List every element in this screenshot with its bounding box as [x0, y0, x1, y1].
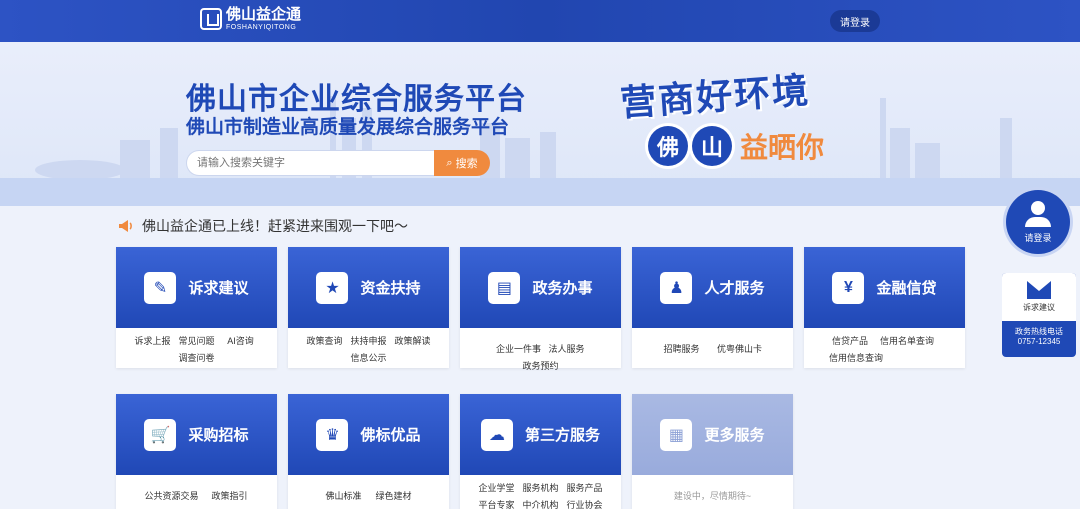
card-link[interactable]: 企业一件事	[493, 342, 545, 355]
user-icon	[1031, 200, 1045, 215]
search-icon: ⌕	[446, 156, 453, 169]
card-jinrong[interactable]: ¥ 金融信贷 信贷产品 信用名单查询 信用信息查询	[804, 247, 965, 368]
card-link[interactable]: 信用名单查询	[872, 334, 942, 347]
card-link[interactable]: 扶持申报	[347, 334, 391, 347]
card-title: 采购招标	[188, 427, 249, 444]
slogan-circle-2: 山	[692, 126, 732, 166]
card-suqiu[interactable]: ✎ 诉求建议 诉求上报 常见问题 AI咨询 调查问卷	[116, 247, 277, 368]
card-link[interactable]: 政策解读	[391, 334, 435, 347]
card-link[interactable]: 信贷产品	[828, 334, 872, 347]
brand-logo[interactable]: 佛山益企通 FOSHANYIQITONG	[200, 7, 301, 31]
card-link[interactable]: 服务机构	[519, 481, 563, 494]
card-link[interactable]: 法人服务	[545, 342, 589, 355]
hotline-label: 政务热线电话	[1015, 327, 1063, 336]
card-title: 佛标优品	[360, 427, 421, 444]
card-link[interactable]: 优粤佛山卡	[714, 342, 766, 355]
card-link[interactable]: AI咨询	[219, 334, 263, 347]
card-title: 第三方服务	[524, 427, 600, 444]
announcement-text: 佛山益企通已上线！赶紧进来围观一下吧～	[142, 218, 408, 234]
card-link[interactable]: 信息公示	[347, 351, 391, 364]
card-rencai[interactable]: ♟ 人才服务 招聘服务 优粤佛山卡	[632, 247, 793, 368]
slogan-circle-1: 佛	[648, 126, 688, 166]
feedback-button[interactable]: 诉求建议	[1002, 273, 1076, 321]
card-link[interactable]: 中介机构	[519, 498, 563, 509]
hotline-number: 0757-12345	[1017, 337, 1061, 347]
top-bar: 佛山益企通 FOSHANYIQITONG 请登录	[0, 0, 1080, 42]
person-icon: ♟	[660, 271, 693, 304]
card-link[interactable]: 企业学堂	[475, 481, 519, 494]
moneybag-icon: ¥	[832, 271, 865, 304]
slogan-main: 营商好环境	[618, 69, 812, 125]
platform-subtitle: 佛山市制造业高质量发展综合服务平台	[186, 117, 510, 138]
card-link[interactable]: 招聘服务	[660, 342, 704, 355]
search-button[interactable]: ⌕ 搜索	[434, 150, 490, 176]
login-button[interactable]: 请登录	[830, 10, 880, 32]
card-link[interactable]: 信用信息查询	[828, 351, 884, 364]
hero-banner: 佛山市企业综合服务平台 佛山市制造业高质量发展综合服务平台 ⌕ 搜索 营商好环境…	[0, 42, 1080, 206]
card-title: 金融信贷	[876, 280, 937, 297]
search-button-label: 搜索	[455, 158, 478, 170]
card-link[interactable]: 佛山标准	[322, 489, 366, 502]
announcement: 佛山益企通已上线！赶紧进来围观一下吧～	[118, 216, 408, 236]
card-fobiao[interactable]: ♛ 佛标优品 佛山标准 绿色建材	[288, 394, 449, 509]
card-zijin[interactable]: ★ 资金扶持 政策查询 扶持申报 政策解读 信息公示	[288, 247, 449, 368]
envelope-icon	[1027, 281, 1051, 299]
brand-name: 佛山益企通	[226, 6, 302, 23]
card-link[interactable]: 行业协会	[563, 498, 607, 509]
card-link[interactable]: 服务产品	[563, 481, 607, 494]
search-input[interactable]	[186, 150, 434, 176]
card-title: 诉求建议	[188, 280, 249, 297]
banner-band	[0, 178, 1080, 206]
card-title: 资金扶持	[360, 280, 421, 297]
card-more[interactable]: ▦ 更多服务 建设中，尽情期待~	[632, 394, 793, 509]
megaphone-icon	[119, 220, 132, 232]
brand-name-en: FOSHANYIQITONG	[226, 24, 297, 31]
card-link[interactable]: 政策指引	[208, 489, 252, 502]
trophy-icon: ♛	[316, 418, 349, 451]
card-link[interactable]: 政策查询	[303, 334, 347, 347]
side-login-label: 请登录	[1024, 232, 1052, 243]
slogan: 营商好环境 佛 山 益晒你	[619, 68, 825, 166]
card-zhengwu[interactable]: ▤ 政务办事 企业一件事 法人服务 政务预约	[460, 247, 621, 371]
card-caigou[interactable]: 🛒 采购招标 公共资源交易 政策指引	[116, 394, 277, 509]
card-link[interactable]: 调查问卷	[175, 351, 219, 364]
card-status: 建设中，尽情期待~	[673, 491, 752, 501]
card-link[interactable]: 常见问题	[175, 334, 219, 347]
card-disanfang[interactable]: ☁ 第三方服务 企业学堂 服务机构 服务产品 平台专家 中介机构 行业协会	[460, 394, 621, 509]
card-title: 更多服务	[704, 427, 765, 444]
city-skyline-illustration	[35, 96, 1012, 178]
feedback-label: 诉求建议	[1023, 303, 1055, 312]
card-link[interactable]: 平台专家	[475, 498, 519, 509]
card-title: 政务办事	[532, 280, 593, 297]
logo-icon	[200, 8, 222, 30]
hotline: 政务热线电话 0757-12345	[1002, 321, 1076, 348]
cloud-icon: ☁	[480, 418, 513, 451]
card-link[interactable]: 政务预约	[519, 359, 563, 372]
slogan-tail: 益晒你	[740, 131, 825, 164]
cart-icon: 🛒	[144, 418, 177, 451]
side-panel: 诉求建议 政务热线电话 0757-12345	[1002, 273, 1076, 357]
side-login-button[interactable]: 请登录	[1006, 190, 1070, 254]
card-link[interactable]: 公共资源交易	[142, 489, 202, 502]
card-link[interactable]: 绿色建材	[372, 489, 416, 502]
funding-icon: ★	[316, 271, 349, 304]
card-title: 人才服务	[704, 280, 765, 297]
search-bar: ⌕ 搜索	[186, 150, 490, 176]
document-icon: ▤	[488, 271, 521, 304]
card-link[interactable]: 诉求上报	[131, 334, 175, 347]
grid-icon: ▦	[660, 418, 693, 451]
edit-icon: ✎	[144, 271, 177, 304]
